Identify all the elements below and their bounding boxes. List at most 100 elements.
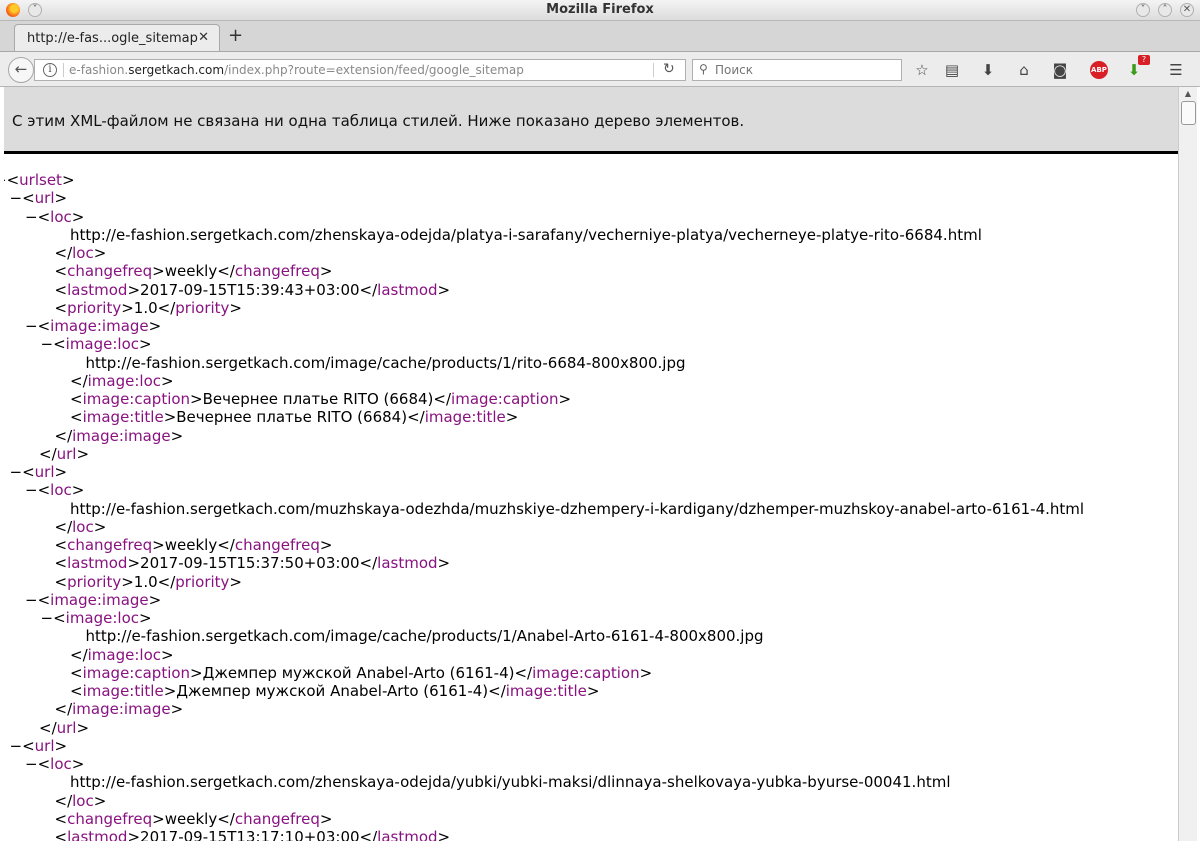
search-input[interactable] (715, 62, 895, 78)
xml-bracket: </ (433, 390, 452, 408)
xml-tree-line: </url> (39, 445, 89, 463)
xml-text-node: 1.0 (133, 572, 158, 591)
scroll-up-icon[interactable]: ▲ (1181, 89, 1195, 99)
xml-bracket: > (121, 298, 134, 317)
collapse-toggle[interactable]: − (41, 335, 54, 353)
xml-bracket: > (558, 390, 572, 408)
xml-bracket: </ (39, 718, 57, 737)
collapse-toggle[interactable]: − (25, 755, 38, 773)
collapse-toggle[interactable]: − (10, 737, 23, 755)
adblock-plus-icon[interactable]: ABP (1090, 61, 1108, 79)
xml-open-tag: url (34, 189, 55, 208)
xml-bracket: > (437, 554, 451, 573)
collapse-toggle[interactable]: − (10, 189, 23, 207)
xml-bracket: < (54, 262, 68, 281)
xml-open-tag: url (34, 463, 55, 481)
xml-tree-line: <changefreq>weekly</changefreq> (55, 536, 333, 554)
xml-bracket: > (505, 408, 519, 427)
xml-tree-line: −<url> (10, 737, 68, 755)
pocket-icon[interactable]: ◙ (1050, 60, 1070, 80)
reading-list-icon[interactable]: ▤ (942, 60, 962, 80)
xml-tree-line: <image:title>Джемпер мужской Anabel-Arto… (70, 682, 599, 700)
xml-bracket: </ (217, 536, 235, 554)
xml-text-node: Джемпер мужской Anabel-Arto (6161-4) (202, 663, 515, 682)
xml-close-tag: loc (72, 791, 94, 810)
xml-bracket: > (319, 262, 333, 281)
xml-bracket: > (170, 700, 184, 719)
xml-open-tag: urlset (19, 171, 62, 189)
url-text[interactable]: e-fashion.sergetkach.com/index.php?route… (69, 63, 524, 77)
xml-bracket: </ (359, 280, 378, 299)
new-tab-button[interactable]: + (228, 25, 243, 46)
xml-bracket: < (22, 736, 35, 755)
window-close-button[interactable]: ✕ (1180, 3, 1194, 17)
xml-bracket: </ (359, 554, 378, 573)
window-minimize-button[interactable]: ˅ (1136, 3, 1150, 17)
xml-text-node: 2017-09-15T15:37:50+03:00 (140, 554, 360, 573)
xml-tree-line: −<loc> (25, 481, 84, 499)
downloads-icon[interactable]: ⬇ (978, 60, 998, 80)
xml-bracket: </ (70, 645, 88, 664)
collapse-toggle[interactable]: − (25, 208, 38, 226)
xml-close-tag: loc (72, 244, 94, 262)
xml-bracket: < (37, 317, 51, 335)
xml-tree-line: <changefreq>weekly</changefreq> (55, 810, 333, 828)
xml-bracket: > (54, 736, 68, 755)
xml-open-tag: image:caption (82, 390, 191, 408)
collapse-toggle[interactable]: − (25, 317, 38, 335)
xml-tree-line: </url> (39, 719, 89, 737)
xml-tree-line: </image:image> (55, 427, 184, 445)
xml-bracket: </ (157, 572, 176, 591)
xml-bracket: > (76, 444, 90, 463)
xml-bracket: > (93, 517, 107, 536)
xml-tree-line: http://e-fashion.sergetkach.com/muzhskay… (70, 500, 1084, 518)
xml-bracket: > (639, 663, 653, 682)
xml-text-node: Вечернее платье RITO (6684) (176, 408, 408, 427)
xml-bracket: > (319, 536, 333, 554)
xml-tree-line: http://e-fashion.sergetkach.com/image/ca… (86, 627, 764, 645)
xml-bracket: > (437, 280, 451, 299)
tab-label: http://e-fas...ogle_sitemap (27, 31, 198, 46)
xml-close-tag: priority (175, 572, 230, 591)
tab-strip: http://e-fas...ogle_sitemap ✕ + (0, 21, 1200, 52)
search-bar[interactable]: ⚲ (692, 59, 902, 81)
navigation-toolbar: ← i e-fashion.sergetkach.com/index.php?r… (0, 52, 1200, 87)
xml-bracket: < (22, 189, 35, 208)
xml-bracket: > (190, 390, 203, 408)
menu-icon[interactable]: ☰ (1166, 60, 1186, 80)
xml-bracket: > (586, 682, 600, 700)
xml-tree-line: −<image:loc> (41, 609, 152, 627)
scrollbar-thumb[interactable] (1181, 101, 1196, 125)
xml-text-node: 1.0 (133, 298, 158, 317)
xml-bracket: < (53, 335, 66, 354)
xml-bracket: > (93, 791, 107, 810)
xml-tree-line: <priority>1.0</priority> (55, 573, 243, 591)
xml-bracket: > (148, 590, 162, 609)
xml-close-tag: url (56, 718, 77, 737)
collapse-toggle[interactable]: − (25, 591, 38, 609)
home-icon[interactable]: ⌂ (1014, 60, 1034, 80)
xml-tree-line: −<image:image> (25, 317, 161, 335)
tab-close-icon[interactable]: ✕ (198, 30, 209, 45)
reload-icon[interactable]: ↻ (663, 61, 675, 77)
xml-bracket: < (54, 280, 68, 299)
collapse-toggle[interactable]: − (10, 463, 23, 481)
xml-tree-line: −<url> (10, 189, 68, 207)
xml-open-tag: changefreq (67, 262, 153, 281)
xml-tree-line: <image:caption>Джемпер мужской Anabel-Ar… (70, 664, 652, 682)
collapse-toggle[interactable]: − (25, 481, 38, 499)
tab-sitemap[interactable]: http://e-fas...ogle_sitemap ✕ (14, 24, 220, 51)
collapse-toggle[interactable]: − (41, 609, 54, 627)
site-info-icon[interactable]: i (43, 63, 57, 77)
xml-close-tag: image:image (72, 426, 171, 445)
xml-tree-line: http://e-fashion.sergetkach.com/zhenskay… (70, 773, 950, 791)
xml-bracket: > (152, 262, 165, 281)
xml-text-node: 2017-09-15T13:17:10+03:00 (140, 828, 360, 841)
xml-open-tag: image:loc (65, 609, 140, 627)
url-bar[interactable]: i e-fashion.sergetkach.com/index.php?rou… (34, 59, 686, 81)
back-button[interactable]: ← (8, 57, 34, 83)
window-maximize-button[interactable]: ˄ (1158, 3, 1172, 17)
xml-open-tag: image:image (50, 590, 149, 609)
bookmark-star-icon[interactable]: ☆ (912, 60, 932, 80)
vertical-scrollbar[interactable]: ▲ (1178, 87, 1197, 841)
